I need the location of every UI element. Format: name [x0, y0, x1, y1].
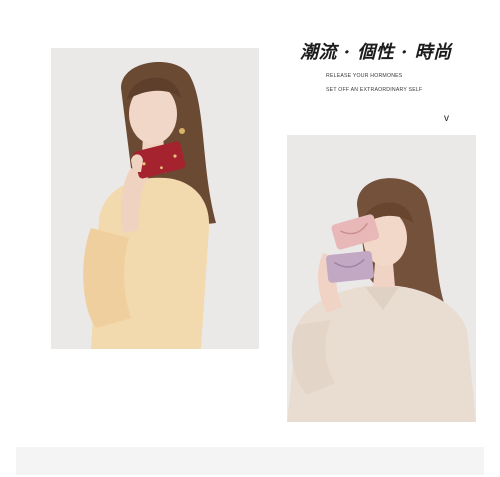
footer-bar: [16, 447, 484, 475]
model-photo-pink-wallets: [287, 135, 476, 422]
model-photo-red-wallet: [51, 48, 259, 349]
headline-title: 潮流 · 個性 · 時尚: [300, 42, 452, 63]
chevron-down-icon: v: [444, 113, 449, 124]
tagline-extraordinary: SET OFF AN EXTRAORDINARY SELF: [326, 87, 423, 93]
tagline-release: RELEASE YOUR HORMONES: [326, 73, 403, 79]
